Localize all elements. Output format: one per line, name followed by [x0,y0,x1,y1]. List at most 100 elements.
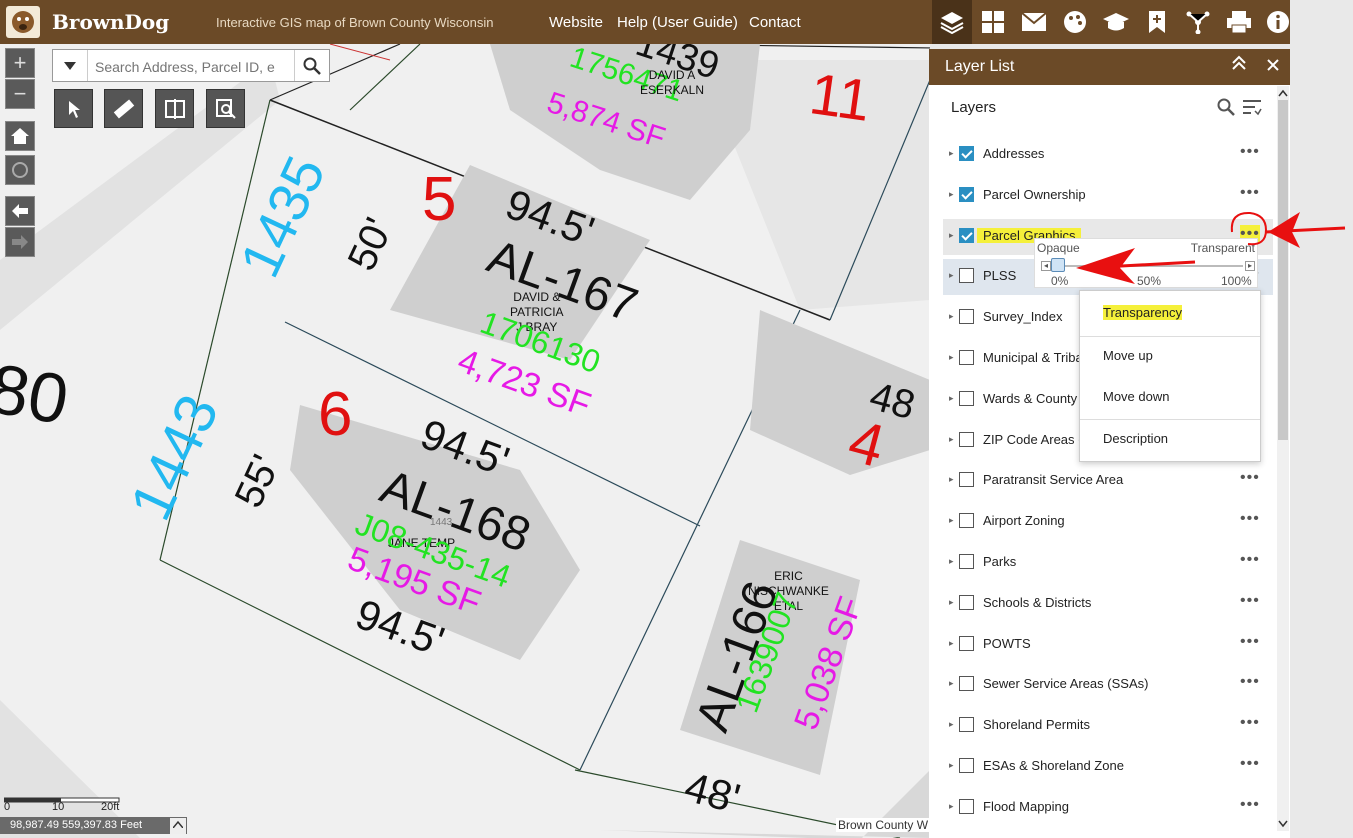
layer-checkbox[interactable] [959,635,974,651]
expand-arrow-icon[interactable]: ▸ [949,515,954,526]
layer-row[interactable]: ▸ Schools & Districts ••• [943,586,1273,622]
scroll-down-icon[interactable] [1277,819,1289,829]
expand-arrow-icon[interactable]: ▸ [949,474,954,485]
expand-arrow-icon[interactable]: ▸ [949,352,954,363]
layer-options-button[interactable] [1242,98,1262,121]
slider-decrement-button[interactable]: ◂ [1041,261,1051,271]
layer-checkbox[interactable] [959,513,974,529]
search-input[interactable] [93,56,297,78]
website-link[interactable]: Website [549,14,603,31]
scale-label-20: 20ft [101,801,120,813]
locate-button[interactable] [5,155,35,185]
expand-arrow-icon[interactable]: ▸ [949,760,954,771]
expand-arrow-icon[interactable]: ▸ [949,148,954,159]
layer-checkbox[interactable] [959,186,974,202]
palette-icon[interactable] [1055,0,1095,44]
next-extent-button[interactable] [5,227,35,257]
query-tool-button[interactable] [206,89,245,128]
expand-arrow-icon[interactable]: ▸ [949,678,954,689]
layer-row[interactable]: ▸ Parcel Ownership ••• [943,178,1273,214]
slider-thumb[interactable] [1051,258,1065,272]
coords-toggle-button[interactable] [170,818,186,834]
collapse-panel-button[interactable] [1231,55,1247,76]
measure-tool-button[interactable] [104,89,143,128]
layer-checkbox[interactable] [959,309,974,325]
swipe-tool-button[interactable] [155,89,194,128]
layer-checkbox[interactable] [959,390,974,406]
layer-checkbox[interactable] [959,227,974,243]
map-view[interactable]: 1439 1756471 DAVID A ESERKALN 5,874 SF 11… [0,44,930,838]
expand-arrow-icon[interactable]: ▸ [949,189,954,200]
layer-row[interactable]: ▸ Sewer Service Areas (SSAs) ••• [943,667,1273,703]
layer-checkbox[interactable] [959,554,974,569]
layer-more-options-icon[interactable]: ••• [1240,184,1260,202]
search-button[interactable] [294,50,329,81]
layer-checkbox[interactable] [959,758,974,773]
help-link[interactable]: Help (User Guide) [617,14,738,31]
slider-track[interactable] [1053,265,1243,267]
menu-item-description[interactable]: Description [1103,431,1168,446]
layers-icon[interactable] [932,0,972,44]
layer-row[interactable]: ▸ ESAs & Shoreland Zone ••• [943,749,1273,785]
layer-checkbox[interactable] [959,472,974,488]
layer-more-options-icon[interactable]: ••• [1240,510,1260,528]
zoom-in-button[interactable]: + [5,48,35,78]
contact-link[interactable]: Contact [749,14,801,31]
slider-increment-button[interactable]: ▸ [1245,261,1255,271]
expand-arrow-icon[interactable]: ▸ [949,311,954,322]
share-icon[interactable] [1178,0,1218,44]
previous-extent-button[interactable] [5,196,35,226]
layer-more-options-icon[interactable]: ••• [1240,673,1260,691]
layer-more-options-icon[interactable]: ••• [1240,551,1260,569]
layer-checkbox[interactable] [959,676,974,692]
layer-row[interactable]: ▸ Parks ••• [943,545,1273,581]
layer-row[interactable]: ▸ Airport Zoning ••• [943,504,1273,540]
layer-checkbox[interactable] [959,798,974,814]
expand-arrow-icon[interactable]: ▸ [949,719,954,730]
zoom-out-button[interactable]: − [5,79,35,109]
layer-checkbox[interactable] [959,146,974,161]
layer-more-options-icon[interactable]: ••• [1240,755,1260,773]
layer-row[interactable]: ▸ Shoreland Permits ••• [943,708,1273,744]
layer-more-options-icon[interactable]: ••• [1240,592,1260,610]
layer-row[interactable]: ▸ Addresses ••• [943,137,1273,173]
mail-icon[interactable] [1014,0,1054,44]
menu-item-transparency[interactable]: Transparency [1103,305,1182,320]
search-source-dropdown[interactable] [53,50,88,81]
expand-arrow-icon[interactable]: ▸ [949,638,954,649]
expand-arrow-icon[interactable]: ▸ [949,270,954,281]
layer-row[interactable]: ▸ POWTS ••• [943,627,1273,663]
info-icon[interactable] [1258,0,1298,44]
expand-arrow-icon[interactable]: ▸ [949,434,954,445]
expand-arrow-icon[interactable]: ▸ [949,597,954,608]
layer-search-button[interactable] [1217,98,1235,121]
layer-more-options-icon[interactable]: ••• [1240,633,1260,651]
bookmark-icon[interactable] [1137,0,1177,44]
layer-checkbox[interactable] [959,594,974,610]
expand-arrow-icon[interactable]: ▸ [949,230,954,241]
home-button[interactable] [5,121,35,151]
print-icon[interactable] [1219,0,1259,44]
layer-more-options-icon[interactable]: ••• [1240,714,1260,732]
layer-checkbox[interactable] [959,350,974,365]
expand-arrow-icon[interactable]: ▸ [949,393,954,404]
expand-arrow-icon[interactable]: ▸ [949,801,954,812]
layer-more-options-icon[interactable]: ••• [1240,796,1260,814]
close-panel-button[interactable] [1267,55,1279,76]
menu-item-move-up[interactable]: Move up [1103,348,1153,363]
layer-row[interactable]: ▸ Flood Mapping ••• [943,790,1273,826]
layer-checkbox[interactable] [959,268,974,284]
layer-row[interactable]: ▸ Paratransit Service Area ••• [943,463,1273,499]
scroll-up-icon[interactable] [1277,88,1289,98]
scrollbar-thumb[interactable] [1278,100,1288,440]
identify-tool-button[interactable] [54,89,93,128]
layer-checkbox[interactable] [959,717,974,733]
menu-item-move-down[interactable]: Move down [1103,389,1169,404]
expand-arrow-icon[interactable]: ▸ [949,556,954,567]
layer-more-options-icon[interactable]: ••• [1240,469,1260,487]
graduation-icon[interactable] [1096,0,1136,44]
layer-more-options-icon[interactable]: ••• [1240,143,1260,161]
grid-icon[interactable] [973,0,1013,44]
layer-list-scrollbar[interactable] [1277,86,1289,831]
layer-checkbox[interactable] [959,431,974,447]
